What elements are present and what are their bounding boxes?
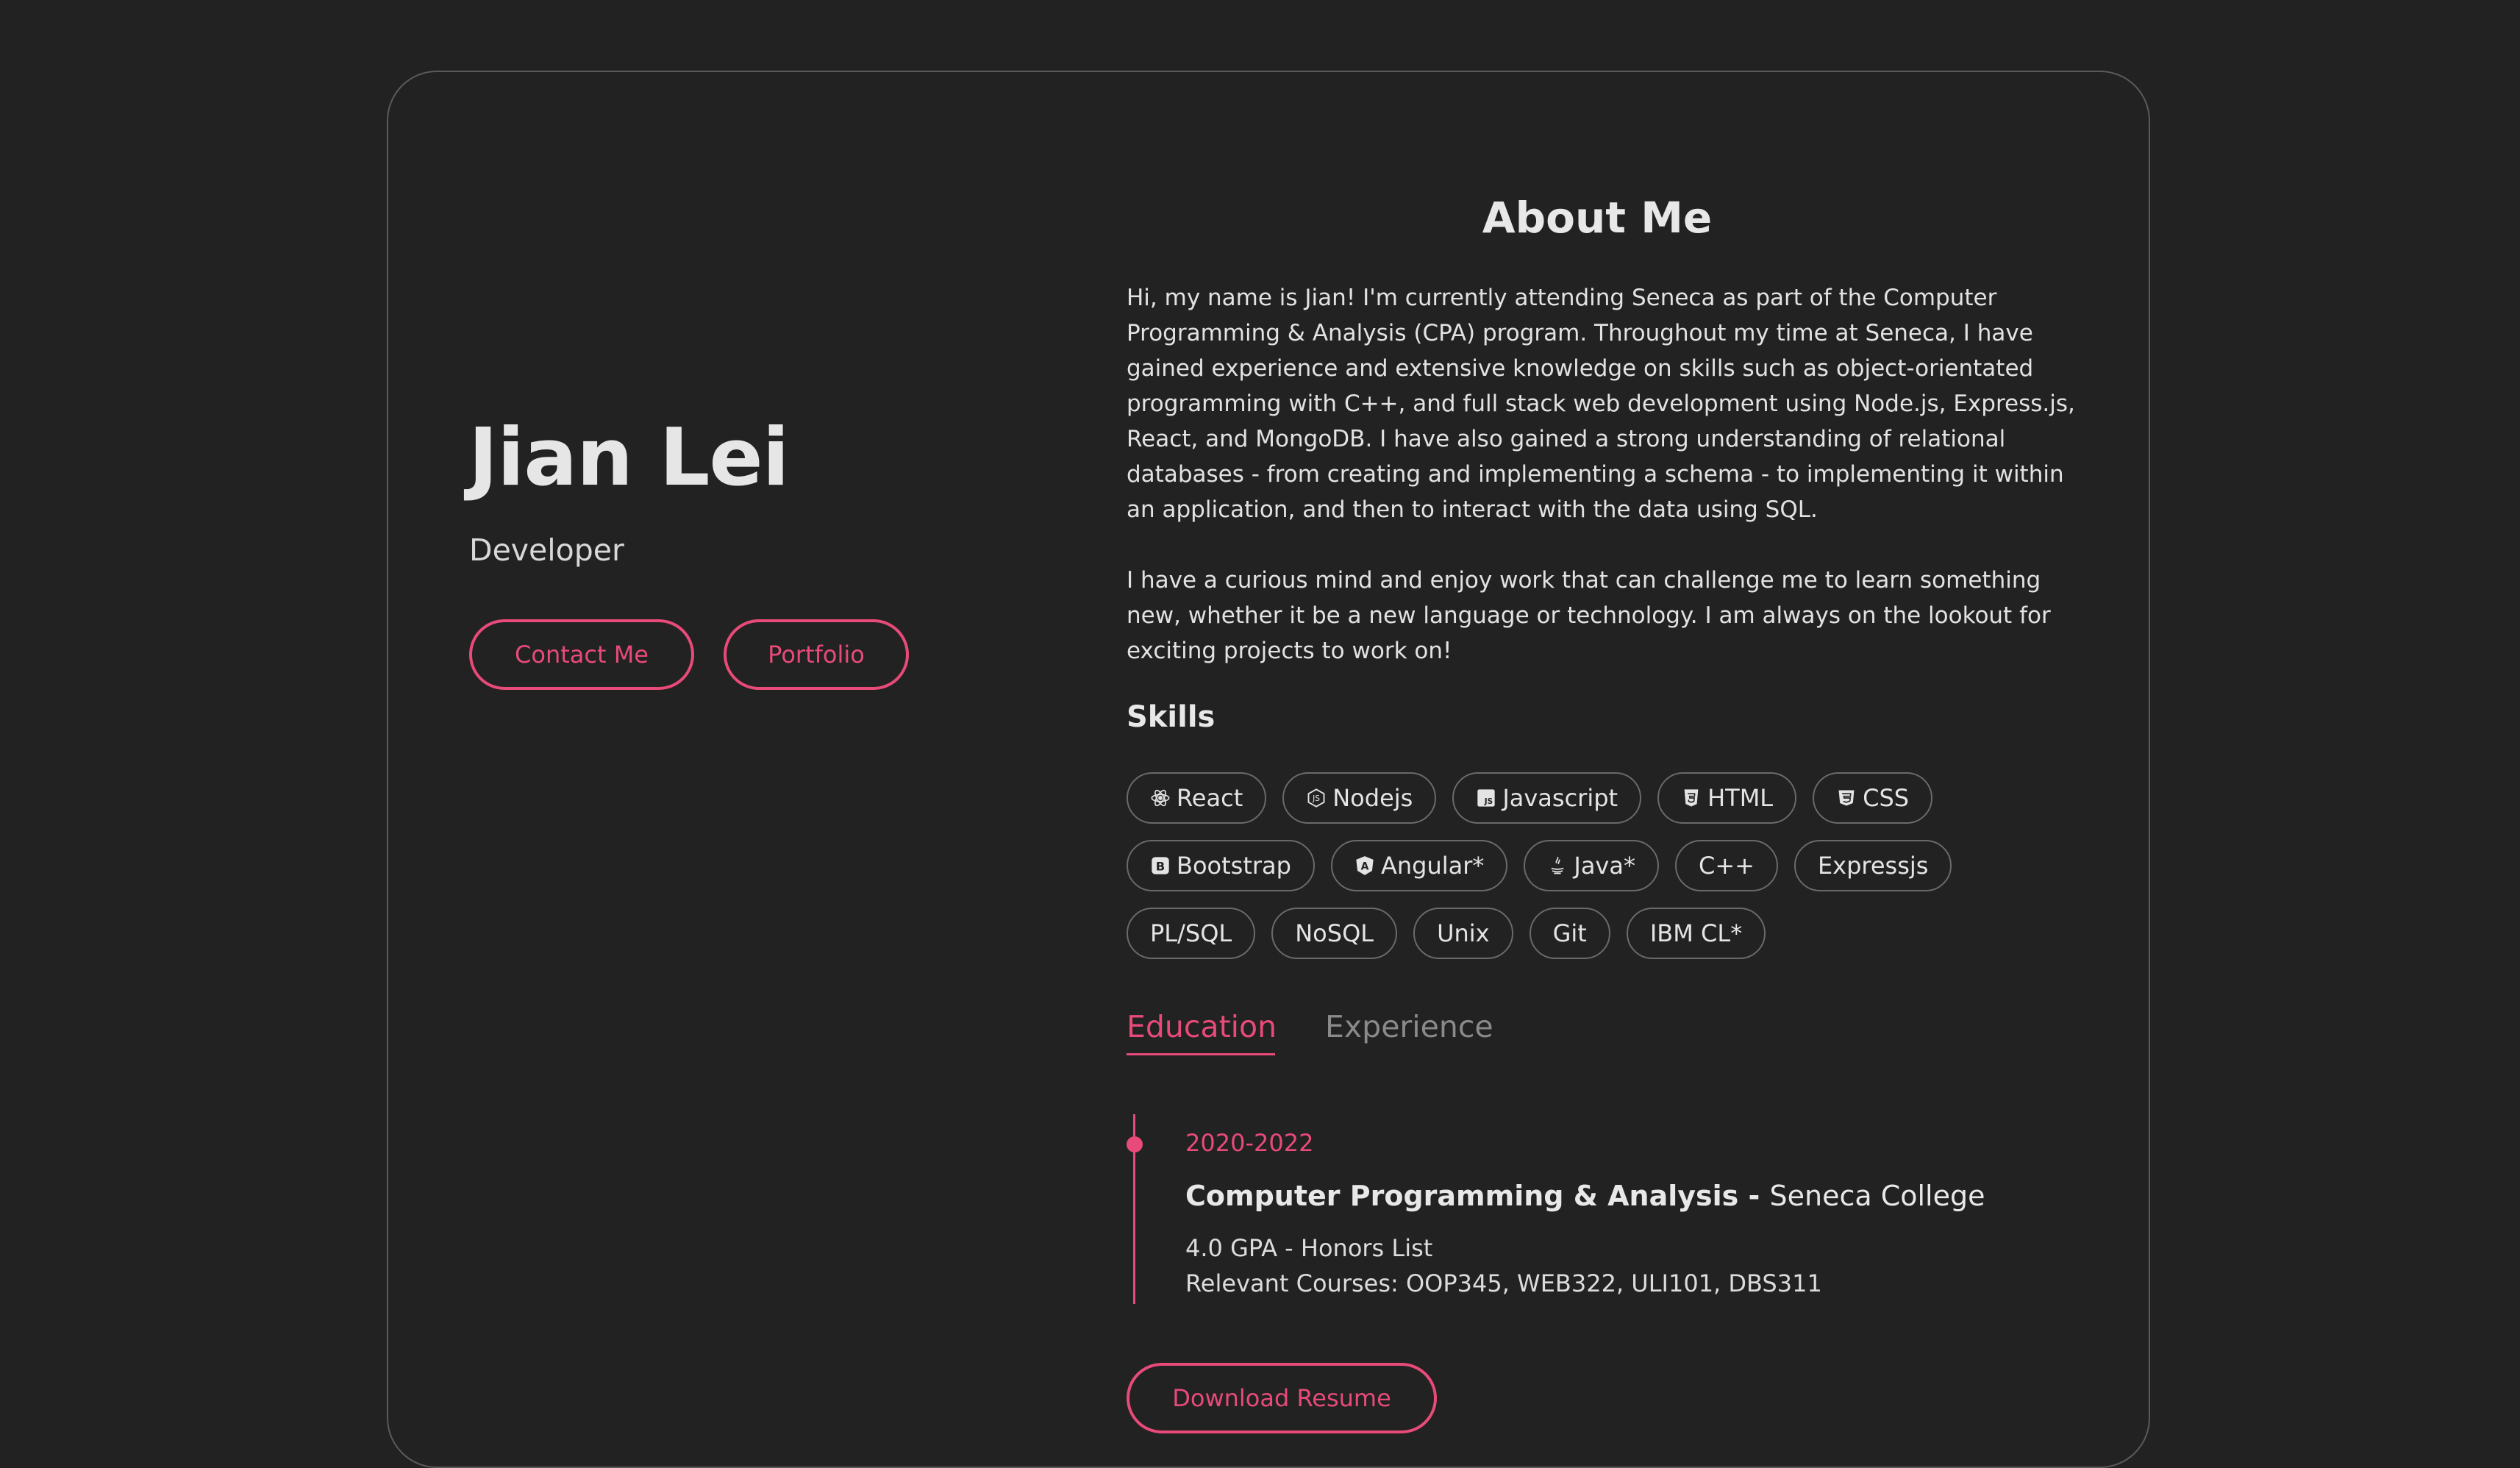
skill-chip-css: CSS — [1813, 772, 1933, 824]
hero-role: Developer — [469, 532, 624, 568]
angular-icon: A — [1354, 855, 1375, 876]
skill-chip-nodejs: JS Nodejs — [1282, 772, 1437, 824]
skill-label: Bootstrap — [1177, 852, 1291, 880]
tab-experience[interactable]: Experience — [1325, 1009, 1493, 1044]
skill-label: Java* — [1574, 852, 1635, 880]
react-icon — [1150, 788, 1171, 808]
about-paragraph-2: I have a curious mind and enjoy work tha… — [1127, 567, 2051, 664]
skill-label: HTML — [1707, 784, 1774, 812]
java-icon — [1547, 855, 1568, 876]
skill-chip-cpp: C++ — [1674, 840, 1778, 891]
skill-chip-bootstrap: B Bootstrap — [1127, 840, 1315, 891]
skill-chip-unix: Unix — [1413, 908, 1513, 959]
html-icon — [1681, 788, 1702, 808]
skill-label: CSS — [1863, 784, 1910, 812]
skill-chip-react: React — [1127, 772, 1267, 824]
svg-text:JS: JS — [1312, 794, 1320, 803]
bootstrap-icon: B — [1150, 855, 1171, 876]
skill-label: React — [1177, 784, 1243, 812]
tab-education[interactable]: Education — [1127, 1009, 1277, 1044]
skill-chip-java: Java* — [1524, 840, 1659, 891]
download-resume-button[interactable]: Download Resume — [1127, 1363, 1437, 1433]
education-years: 2020-2022 — [1185, 1129, 1314, 1157]
skill-chip-ibm-cl: IBM CL* — [1626, 908, 1766, 959]
education-school: Seneca College — [1769, 1180, 1985, 1212]
skill-chip-angular: A Angular* — [1330, 840, 1508, 891]
education-degree: Computer Programming & Analysis - — [1185, 1180, 1770, 1212]
skill-label: Unix — [1437, 919, 1490, 947]
skill-label: Git — [1552, 919, 1587, 947]
education-title: Computer Programming & Analysis - Seneca… — [1185, 1180, 1985, 1212]
about-title: About Me — [1482, 193, 1713, 243]
about-paragraph-1: Hi, my name is Jian! I'm currently atten… — [1127, 285, 2075, 523]
css-icon — [1836, 788, 1857, 808]
skill-label: Javascript — [1502, 784, 1618, 812]
skills-title: Skills — [1127, 700, 1216, 734]
hero-name: Jian Lei — [468, 412, 790, 504]
skill-label: PL/SQL — [1150, 919, 1232, 947]
svg-text:B: B — [1156, 859, 1165, 873]
portfolio-button[interactable]: Portfolio — [724, 619, 909, 690]
skills-list: React JS Nodejs JS Javascript HTML CSS B… — [1127, 772, 2082, 959]
skill-chip-plsql: PL/SQL — [1127, 908, 1256, 959]
svg-text:JS: JS — [1484, 797, 1493, 806]
skill-chip-javascript: JS Javascript — [1452, 772, 1642, 824]
skill-chip-html: HTML — [1657, 772, 1797, 824]
javascript-icon: JS — [1476, 788, 1496, 808]
nodejs-icon: JS — [1306, 788, 1327, 808]
skill-chip-git: Git — [1529, 908, 1610, 959]
skill-label: IBM CL* — [1649, 919, 1743, 947]
skill-chip-expressjs: Expressjs — [1793, 840, 1952, 891]
skill-label: Angular* — [1380, 852, 1485, 880]
skill-label: Nodejs — [1332, 784, 1413, 812]
contact-me-button[interactable]: Contact Me — [469, 619, 694, 690]
skill-label: Expressjs — [1817, 852, 1929, 880]
education-gpa: 4.0 GPA - Honors List — [1185, 1234, 1433, 1262]
education-courses: Relevant Courses: OOP345, WEB322, ULI101… — [1185, 1269, 1822, 1297]
active-tab-indicator — [1127, 1053, 1275, 1055]
skill-chip-nosql: NoSQL — [1271, 908, 1398, 959]
skill-label: NoSQL — [1295, 919, 1374, 947]
skill-label: C++ — [1698, 852, 1755, 880]
svg-text:A: A — [1361, 861, 1369, 872]
timeline-dot — [1127, 1136, 1143, 1152]
